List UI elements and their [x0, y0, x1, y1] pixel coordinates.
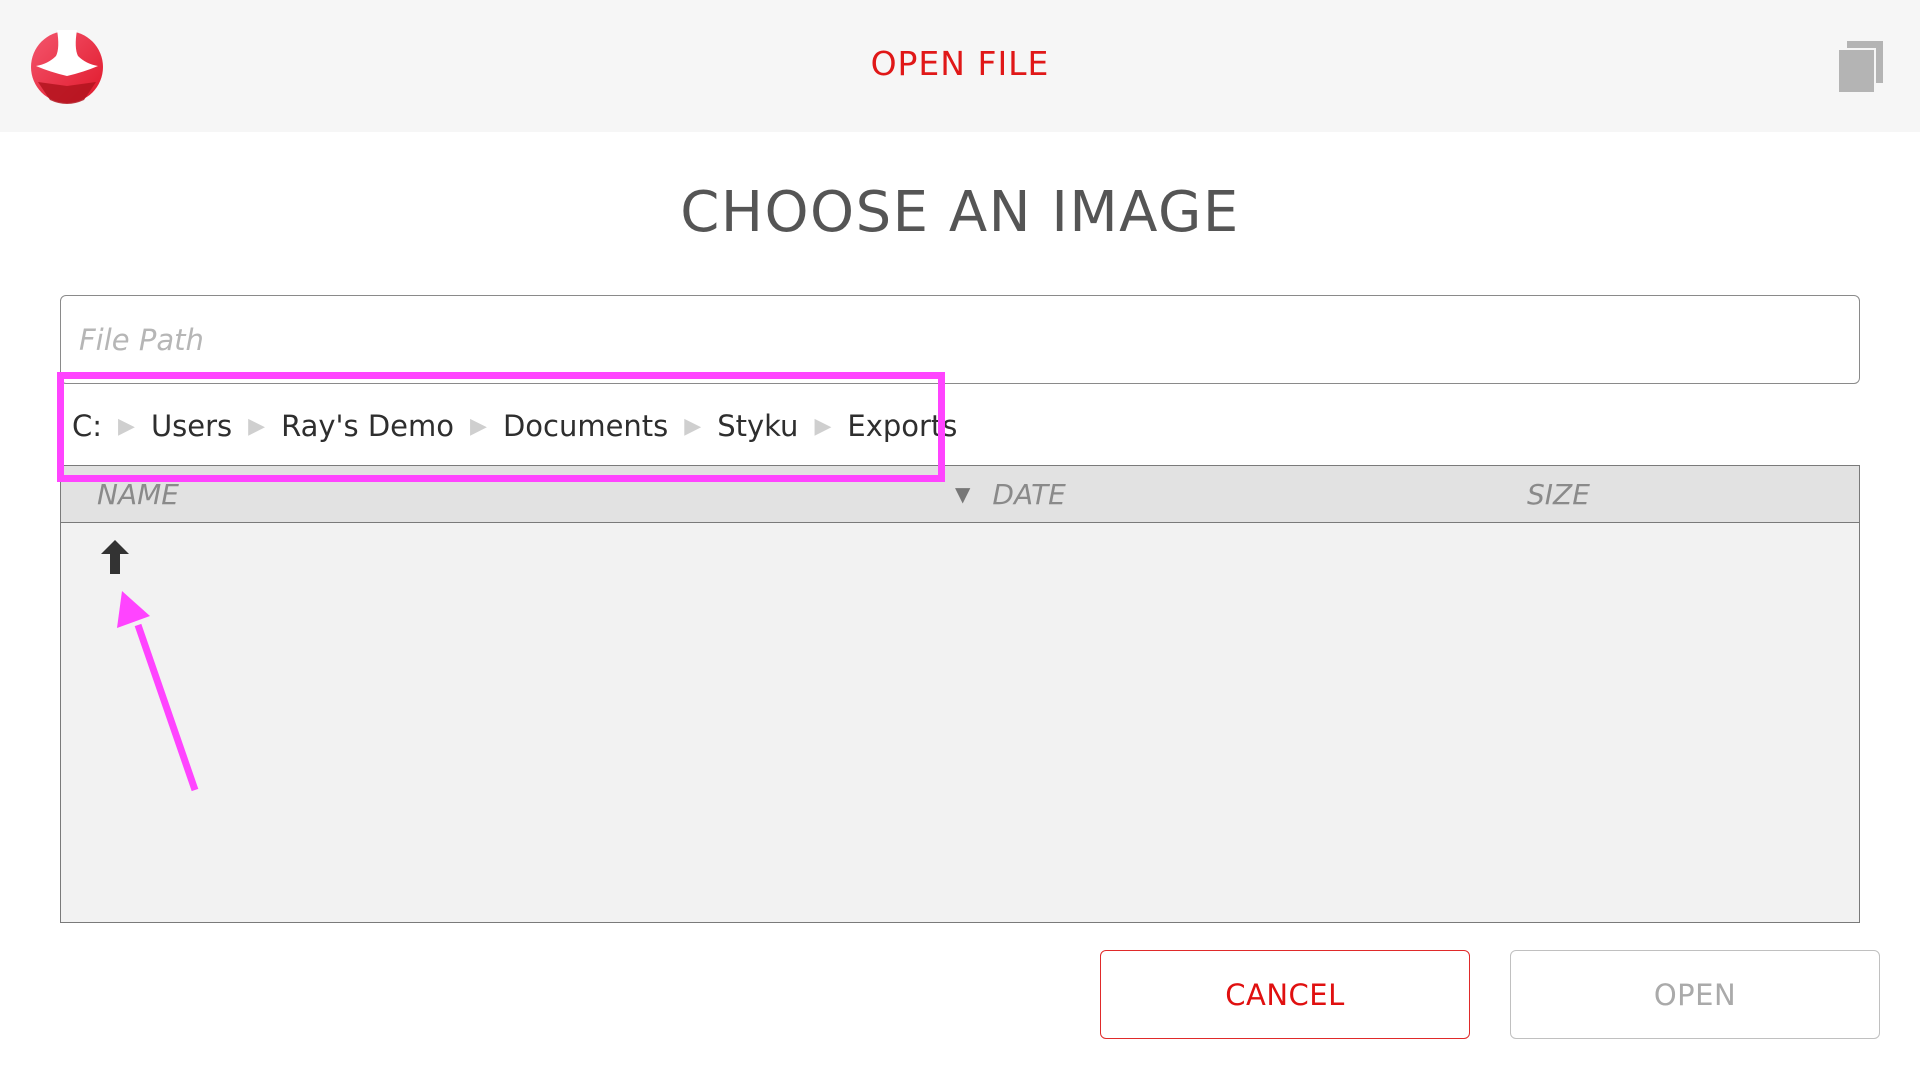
breadcrumb-separator-icon: ▶: [684, 413, 702, 439]
file-list-table: NAME ▼ DATE SIZE: [60, 465, 1860, 923]
cancel-button[interactable]: CANCEL: [1100, 950, 1470, 1039]
up-arrow-icon: [101, 540, 129, 574]
file-path-input[interactable]: [60, 295, 1860, 384]
breadcrumb-item-exports[interactable]: Exports: [847, 409, 957, 443]
breadcrumb-separator-icon: ▶: [470, 413, 487, 439]
page-title: CHOOSE AN IMAGE: [680, 180, 1240, 245]
open-button[interactable]: OPEN: [1510, 950, 1880, 1039]
breadcrumb-separator-icon: ▶: [118, 413, 135, 439]
copy-documents-icon[interactable]: [1838, 40, 1886, 94]
header-title: OPEN FILE: [870, 44, 1050, 83]
column-header-date[interactable]: ▼ DATE: [955, 478, 1066, 511]
column-header-size[interactable]: SIZE: [1527, 478, 1590, 511]
app-header: OPEN FILE: [0, 0, 1920, 132]
breadcrumb-item-c-drive[interactable]: C:: [72, 409, 102, 443]
breadcrumb-item-styku[interactable]: Styku: [717, 409, 798, 443]
breadcrumb-item-documents[interactable]: Documents: [503, 409, 668, 443]
table-header: NAME ▼ DATE SIZE: [61, 466, 1859, 523]
breadcrumb-separator-icon: ▶: [248, 413, 266, 439]
breadcrumb-item-rays-demo[interactable]: Ray's Demo: [281, 409, 454, 443]
breadcrumb-separator-icon: ▶: [814, 413, 832, 439]
parent-directory-row[interactable]: [97, 540, 145, 582]
column-header-name[interactable]: NAME: [97, 478, 179, 511]
sort-descending-icon: ▼: [955, 482, 971, 506]
breadcrumb-item-users[interactable]: Users: [151, 409, 232, 443]
column-header-date-label: DATE: [992, 478, 1066, 511]
breadcrumb: C: ▶ Users ▶ Ray's Demo ▶ Documents ▶ St…: [72, 400, 957, 452]
